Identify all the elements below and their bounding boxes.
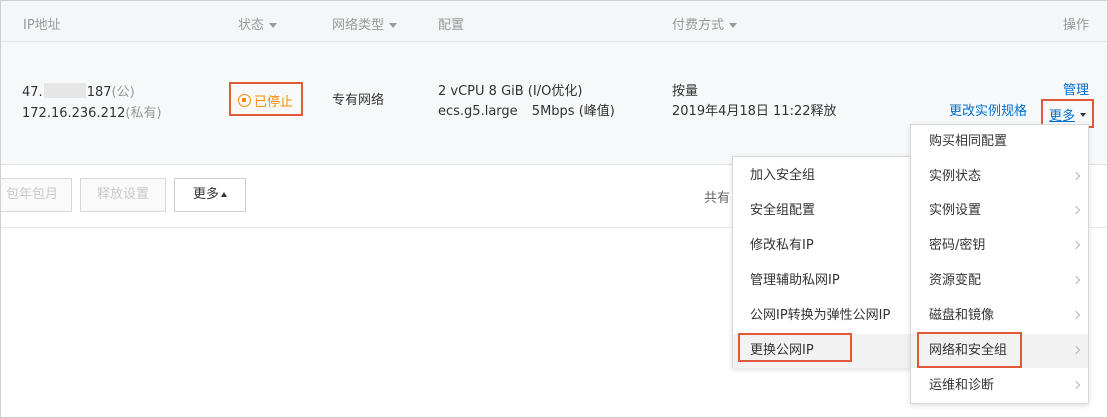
menu-item-password-key[interactable]: 密码/密钥: [911, 229, 1088, 263]
chevron-down-icon: [1080, 112, 1087, 117]
billing-type: 按量: [672, 84, 699, 99]
menu-item-change-public-ip[interactable]: 更换公网IP: [733, 334, 916, 368]
more-dropdown-menu: 购买相同配置 实例状态 实例设置 密码/密钥 资源变配 磁盘和镜像 网络和安全组…: [910, 124, 1089, 404]
chevron-right-icon: [1071, 310, 1081, 320]
menu-item-label: 磁盘和镜像: [929, 308, 995, 323]
menu-item-ops-diagnostics[interactable]: 运维和诊断: [911, 369, 1088, 403]
header-actions-label: 操作: [1063, 18, 1090, 33]
menu-item-network-security-group[interactable]: 网络和安全组: [911, 334, 1088, 368]
change-spec-link[interactable]: 更改实例规格: [949, 101, 1027, 122]
subscription-button-label: 包年包月: [5, 187, 58, 202]
stop-icon: [238, 94, 251, 107]
public-ip-tag: (公): [111, 85, 135, 100]
header-actions: 操作: [1063, 14, 1089, 33]
menu-item-label: 实例设置: [929, 203, 982, 218]
chevron-right-icon: [1071, 345, 1081, 355]
menu-item-convert-to-eip[interactable]: 公网IP转换为弹性公网IP: [733, 299, 916, 333]
menu-item-label: 购买相同配置: [929, 134, 1008, 149]
menu-item-instance-settings[interactable]: 实例设置: [911, 194, 1088, 228]
public-ip: 47. 187(公): [22, 82, 135, 103]
manage-link[interactable]: 管理: [1063, 80, 1089, 101]
menu-item-instance-status[interactable]: 实例状态: [911, 160, 1088, 194]
menu-item-join-security-group[interactable]: 加入安全组: [733, 159, 916, 193]
chevron-right-icon: [1071, 171, 1081, 181]
chevron-down-icon: [269, 23, 278, 28]
more-actions-label: 更多: [192, 187, 219, 202]
header-config: 配置: [438, 14, 464, 33]
status-highlight-box: 已停止: [229, 82, 303, 116]
menu-item-security-group-config[interactable]: 安全组配置: [733, 194, 916, 228]
public-ip-suffix: 187: [86, 85, 112, 100]
more-link-label: 更多: [1049, 109, 1076, 124]
release-settings-button[interactable]: 释放设置: [80, 178, 166, 212]
chevron-right-icon: [1071, 275, 1081, 285]
subscription-button[interactable]: 包年包月: [1, 178, 72, 212]
menu-item-label: 网络和安全组: [929, 343, 1008, 358]
instance-type: ecs.g5.large: [438, 104, 518, 119]
more-dropdown-link[interactable]: 更多: [1049, 105, 1087, 124]
menu-item-label: 资源变配: [929, 273, 982, 288]
menu-item-label: 运维和诊断: [929, 378, 995, 393]
more-actions-button[interactable]: 更多: [174, 178, 246, 212]
header-config-label: 配置: [438, 18, 465, 33]
menu-item-label: 密码/密钥: [929, 238, 986, 253]
chevron-down-icon: [389, 23, 398, 28]
header-status-label: 状态: [238, 18, 265, 33]
header-network-type[interactable]: 网络类型: [332, 14, 398, 33]
caret-up-icon: [221, 192, 227, 197]
menu-item-resource-change[interactable]: 资源变配: [911, 264, 1088, 298]
header-ip-label: IP地址: [23, 18, 61, 33]
chevron-right-icon: [1071, 205, 1081, 215]
bandwidth: 5Mbps (峰值): [531, 104, 615, 119]
menu-item-manage-secondary-private-ip[interactable]: 管理辅助私网IP: [733, 264, 916, 298]
public-ip-prefix: 47.: [22, 85, 43, 100]
menu-item-label: 实例状态: [929, 169, 982, 184]
instance-list-panel: IP地址 状态 网络类型 配置 付费方式 操作 47. 187(公) 172.16…: [0, 0, 1108, 418]
private-ip: 172.16.236.212(私有): [22, 103, 162, 124]
config-spec: 2 vCPU 8 GiB (I/O优化): [438, 84, 583, 99]
total-count-text: 共有: [704, 191, 731, 206]
header-network-type-label: 网络类型: [332, 18, 385, 33]
network-security-submenu: 加入安全组 安全组配置 修改私有IP 管理辅助私网IP 公网IP转换为弹性公网I…: [732, 156, 917, 368]
status-text: 已停止: [254, 95, 294, 110]
header-ip: IP地址: [23, 14, 61, 33]
chevron-down-icon: [729, 23, 738, 28]
header-status[interactable]: 状态: [238, 14, 278, 33]
config-detail: ecs.g5.large 5Mbps (峰值): [438, 101, 615, 122]
network-type: 专有网络: [332, 93, 385, 108]
header-billing[interactable]: 付费方式: [672, 14, 738, 33]
table-header: IP地址 状态 网络类型 配置 付费方式 操作: [1, 1, 1107, 42]
header-billing-label: 付费方式: [672, 18, 725, 33]
billing-release-time: 2019年4月18日 11:22释放: [672, 104, 837, 119]
private-ip-tag: (私有): [125, 106, 162, 121]
masked-ip-segment: [43, 83, 86, 98]
menu-item-modify-private-ip[interactable]: 修改私有IP: [733, 229, 916, 263]
chevron-right-icon: [1071, 240, 1081, 250]
status-badge: 已停止: [238, 91, 293, 110]
chevron-right-icon: [1071, 380, 1081, 390]
private-ip-value: 172.16.236.212: [22, 106, 126, 121]
menu-item-disk-image[interactable]: 磁盘和镜像: [911, 299, 1088, 333]
menu-item-buy-same-config[interactable]: 购买相同配置: [911, 125, 1088, 159]
